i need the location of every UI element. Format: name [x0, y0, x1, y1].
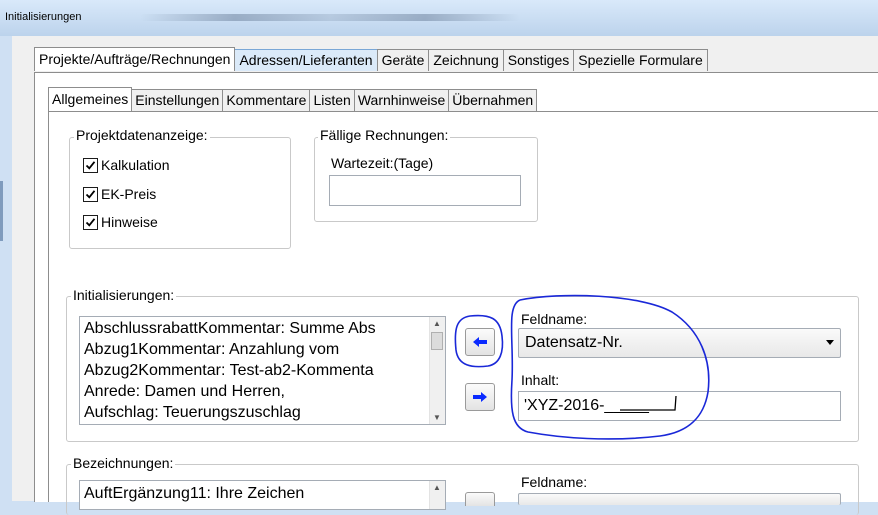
initialisierungen-list[interactable]: AbschlussrabattKommentar: Summe Abs Abzu… [79, 316, 446, 425]
tab-zeichnung[interactable]: Zeichnung [428, 49, 504, 71]
checkbox-box[interactable] [83, 214, 98, 230]
transfer-left-button[interactable] [465, 328, 495, 356]
list-item[interactable]: Abzug1Kommentar: Anzahlung vom [80, 339, 445, 360]
checkmark-icon [85, 189, 96, 199]
ek-preis-label: EK-Preis [101, 186, 157, 202]
tab-projekte[interactable]: Projekte/Aufträge/Rechnungen [34, 47, 236, 71]
projektdaten-legend: Projektdatenanzeige: [74, 127, 210, 143]
tab-einstellungen[interactable]: Einstellungen [131, 89, 224, 111]
checkbox-box[interactable] [83, 157, 98, 173]
kalkulation-checkbox[interactable]: Kalkulation [83, 157, 170, 173]
arrow-right-icon [473, 392, 487, 402]
sub-tab-strip: Allgemeines Einstellungen Kommentare Lis… [48, 87, 538, 112]
window-title: Initialisierungen [5, 11, 82, 23]
tab-allgemeines[interactable]: Allgemeines [48, 87, 133, 111]
tab-listen[interactable]: Listen [309, 89, 355, 111]
tab-uebernahmen[interactable]: Übernahmen [448, 89, 538, 111]
wartezeit-label: Wartezeit:(Tage) [331, 155, 434, 171]
title-bar: Initialisierungen [0, 0, 878, 36]
scroll-down-icon[interactable]: ▼ [433, 413, 441, 422]
wartezeit-input[interactable] [329, 175, 521, 206]
chevron-down-icon[interactable] [826, 340, 834, 345]
tab-kommentare[interactable]: Kommentare [222, 89, 311, 111]
inhalt-label: Inhalt: [521, 372, 560, 388]
feldname-select[interactable]: Datensatz-Nr. [518, 328, 841, 358]
arrow-left-icon [473, 337, 487, 347]
tab-geraete[interactable]: Geräte [376, 49, 430, 71]
scroll-thumb[interactable] [431, 332, 443, 350]
checkmark-icon [85, 217, 96, 227]
scroll-up-icon[interactable]: ▲ [433, 483, 441, 492]
feldname-value: Datensatz-Nr. [525, 334, 623, 351]
scroll-up-icon[interactable]: ▲ [433, 319, 441, 328]
list-item[interactable]: Abzug2Kommentar: Test-ab2-Kommenta [80, 360, 445, 381]
window-left-edge [0, 36, 12, 501]
tab-spezielle-formulare[interactable]: Spezielle Formulare [573, 49, 708, 71]
tab-sonstiges[interactable]: Sonstiges [502, 49, 575, 71]
faellige-legend: Fällige Rechnungen: [318, 127, 451, 143]
bezeichnungen-list[interactable]: AuftErgänzung11: Ihre Zeichen ▲ [79, 480, 446, 510]
transfer-right-button[interactable] [465, 383, 495, 411]
tab-warnhinweise[interactable]: Warnhinweise [353, 89, 450, 111]
hinweise-checkbox[interactable]: Hinweise [83, 214, 158, 230]
kalkulation-label: Kalkulation [101, 157, 170, 173]
transfer-left-button-2[interactable] [465, 492, 495, 506]
feldname-label-2: Feldname: [521, 474, 588, 490]
inhalt-input[interactable]: 'XYZ-2016-_____ [518, 391, 841, 421]
main-tab-strip: Projekte/Aufträge/Rechnungen Adressen/Li… [34, 47, 708, 72]
feldname-select-2[interactable] [518, 493, 841, 505]
feldname-label: Feldname: [521, 311, 588, 327]
hinweise-label: Hinweise [101, 214, 158, 230]
tab-adressen[interactable]: Adressen/Lieferanten [234, 49, 378, 71]
initialisierungen-legend: Initialisierungen: [71, 287, 177, 303]
list-item[interactable]: Aufschlag: Teuerungszuschlag [80, 402, 445, 423]
ek-preis-checkbox[interactable]: EK-Preis [83, 186, 156, 202]
checkmark-icon [85, 160, 96, 170]
checkbox-box[interactable] [83, 186, 98, 202]
list-scrollbar[interactable]: ▲ [429, 481, 445, 509]
bezeichnungen-legend: Bezeichnungen: [71, 455, 176, 471]
list-item[interactable]: Anrede: Damen und Herren, [80, 381, 445, 402]
list-scrollbar[interactable]: ▲ ▼ [429, 317, 445, 424]
list-item[interactable]: AbschlussrabattKommentar: Summe Abs [80, 318, 445, 339]
blurred-title-region [140, 14, 520, 21]
